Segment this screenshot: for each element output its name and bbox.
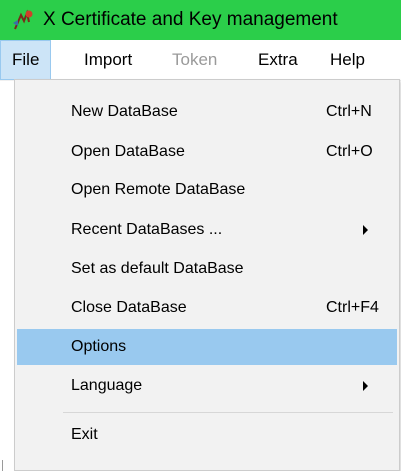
menu-separator	[63, 412, 393, 413]
menu-item-label: New DataBase	[71, 103, 178, 120]
menu-import[interactable]: Import	[84, 40, 132, 80]
menu-item-label: Open Remote DataBase	[71, 181, 246, 198]
menu-item-exit[interactable]: Exit	[17, 417, 397, 453]
menu-item-close-database[interactable]: Close DataBase Ctrl+F4	[17, 290, 397, 326]
menu-help[interactable]: Help	[330, 40, 365, 80]
menu-bar: File Import Token Extra Help	[0, 40, 401, 81]
menu-item-shortcut: Ctrl+F4	[326, 299, 379, 316]
xca-app-icon	[13, 9, 33, 30]
submenu-arrow-icon	[363, 225, 368, 235]
menu-item-label: Close DataBase	[71, 299, 187, 316]
file-menu-dropdown: New DataBase Ctrl+N Open DataBase Ctrl+O…	[14, 79, 400, 471]
menu-token: Token	[172, 50, 218, 69]
menu-item-new-database[interactable]: New DataBase Ctrl+N	[17, 94, 397, 130]
menu-item-label: Language	[71, 377, 143, 394]
menu-item-label: Exit	[71, 426, 98, 443]
menu-item-shortcut: Ctrl+O	[326, 143, 373, 160]
menu-item-label: Set as default DataBase	[71, 260, 244, 277]
menu-file[interactable]: File	[0, 40, 52, 80]
background-window-frame	[0, 460, 14, 471]
menu-item-recent-databases[interactable]: Recent DataBases ...	[17, 212, 397, 248]
menu-item-language[interactable]: Language	[17, 368, 397, 404]
menu-item-shortcut: Ctrl+N	[326, 103, 372, 120]
menu-item-label: Recent DataBases ...	[71, 221, 223, 238]
menu-item-set-default-database[interactable]: Set as default DataBase	[17, 251, 397, 287]
menu-item-label: Options	[71, 338, 127, 355]
menu-item-open-remote-database[interactable]: Open Remote DataBase	[17, 172, 397, 208]
menu-item-open-database[interactable]: Open DataBase Ctrl+O	[17, 134, 397, 170]
menu-item-label: Open DataBase	[71, 143, 185, 160]
submenu-arrow-icon	[363, 381, 368, 391]
window-title: X Certificate and Key management	[43, 9, 338, 30]
title-bar: X Certificate and Key management	[0, 0, 401, 40]
menu-extra[interactable]: Extra	[258, 40, 298, 80]
menu-item-options[interactable]: Options	[17, 329, 397, 365]
